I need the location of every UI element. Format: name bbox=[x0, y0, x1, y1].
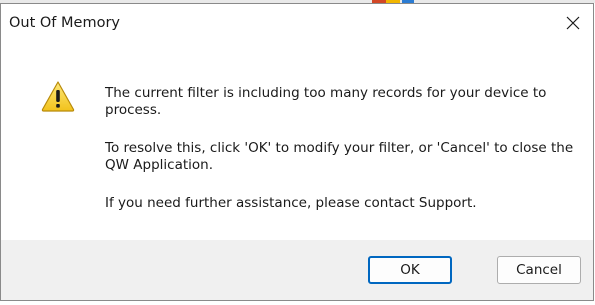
close-button[interactable] bbox=[559, 10, 587, 36]
cancel-button[interactable]: Cancel bbox=[497, 256, 581, 284]
message-support: If you need further assistance, please c… bbox=[105, 195, 477, 211]
dialog-button-bar: OK Cancel bbox=[1, 240, 593, 300]
warning-icon bbox=[41, 81, 75, 112]
dialog-content: The current filter is including too many… bbox=[1, 42, 593, 242]
dialog-titlebar[interactable]: Out Of Memory bbox=[1, 4, 593, 42]
close-icon bbox=[566, 16, 580, 30]
out-of-memory-dialog: Out Of Memory The current filter is incl… bbox=[0, 3, 594, 301]
dialog-title: Out Of Memory bbox=[9, 15, 120, 31]
message-filter-too-large: The current filter is including too many… bbox=[105, 85, 547, 118]
message-resolution-instructions: To resolve this, click 'OK' to modify yo… bbox=[105, 140, 574, 173]
ok-button[interactable]: OK bbox=[368, 256, 452, 284]
